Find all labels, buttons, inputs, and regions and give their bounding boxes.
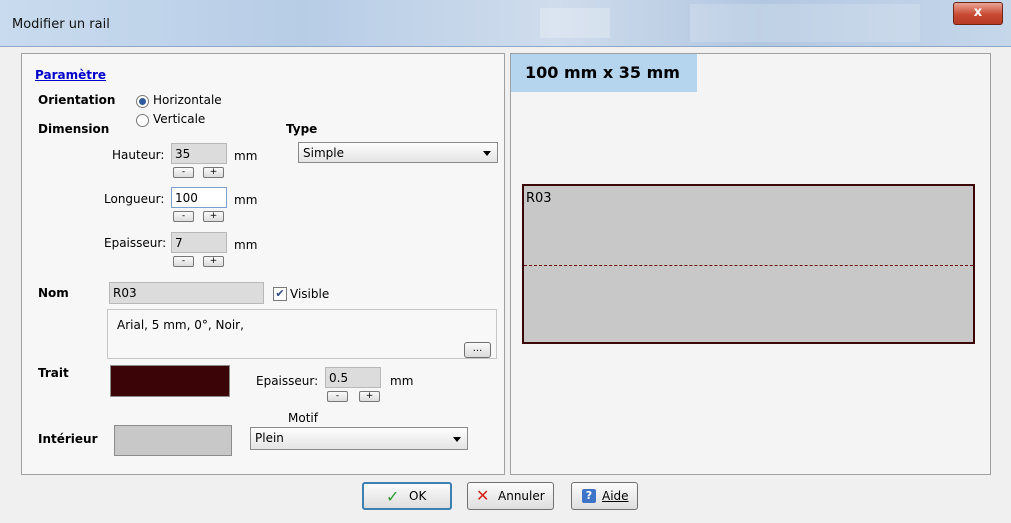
epaisseur-input[interactable]: 7 — [171, 232, 227, 253]
font-settings-box — [107, 309, 497, 359]
close-button[interactable]: x — [953, 2, 1003, 25]
parameters-panel — [21, 53, 505, 475]
epaisseur-label: Epaisseur: — [104, 236, 167, 250]
trait-epaisseur-unit: mm — [390, 374, 414, 388]
background-blur — [690, 4, 920, 42]
radio-verticale-label: Verticale — [153, 112, 206, 126]
trait-color-swatch[interactable] — [110, 365, 230, 397]
type-select-value: Simple — [303, 146, 344, 160]
longueur-unit: mm — [234, 193, 258, 207]
trait-label: Trait — [38, 366, 69, 380]
nom-label: Nom — [38, 286, 69, 300]
ok-label: OK — [409, 489, 427, 503]
interieur-label: Intérieur — [38, 432, 98, 446]
orientation-label: Orientation — [38, 93, 116, 107]
visible-checkbox[interactable]: ✔ — [273, 287, 287, 301]
longueur-increment-button[interactable]: + — [203, 211, 224, 222]
cancel-button[interactable]: ✕ Annuler — [467, 482, 554, 510]
ok-button[interactable]: ✓ OK — [362, 482, 452, 510]
type-label: Type — [286, 122, 318, 136]
window-title: Modifier un rail — [12, 17, 110, 32]
cross-icon: ✕ — [476, 486, 490, 505]
epaisseur-increment-button[interactable]: + — [203, 256, 224, 267]
help-label: Aide — [602, 489, 629, 503]
font-settings-button[interactable]: ... — [464, 342, 491, 358]
motif-label: Motif — [288, 411, 318, 425]
title-bar: Modifier un rail x — [0, 0, 1011, 47]
hauteur-decrement-button[interactable]: - — [173, 167, 194, 178]
close-icon: x — [973, 5, 983, 20]
checkmark-icon: ✓ — [386, 487, 400, 506]
hauteur-increment-button[interactable]: + — [203, 167, 224, 178]
check-icon: ✔ — [275, 287, 285, 300]
chevron-down-icon — [483, 151, 491, 156]
rail-preview: R03 — [522, 184, 975, 344]
trait-epaisseur-label: Epaisseur: — [256, 374, 319, 388]
radio-verticale[interactable] — [136, 114, 149, 127]
rail-name-label: R03 — [526, 191, 552, 206]
nom-input[interactable]: R03 — [109, 282, 264, 304]
trait-epaisseur-decrement-button[interactable]: - — [327, 391, 348, 402]
trait-epaisseur-increment-button[interactable]: + — [359, 391, 380, 402]
background-blur — [540, 8, 610, 38]
radio-horizontale[interactable] — [136, 95, 149, 108]
interieur-color-swatch[interactable] — [114, 425, 232, 456]
preview-size-label: 100 mm x 35 mm — [511, 54, 697, 92]
trait-epaisseur-input[interactable]: 0.5 — [325, 367, 381, 388]
cancel-label: Annuler — [498, 489, 545, 503]
longueur-decrement-button[interactable]: - — [173, 211, 194, 222]
type-select[interactable]: Simple — [298, 142, 498, 163]
parametre-link[interactable]: Paramètre — [35, 68, 106, 82]
hauteur-label: Hauteur: — [112, 148, 165, 162]
hauteur-input[interactable]: 35 — [171, 143, 227, 164]
longueur-input[interactable]: 100 — [171, 187, 227, 208]
dimension-label: Dimension — [38, 122, 110, 136]
help-button[interactable]: ? Aide — [571, 482, 638, 510]
radio-horizontale-label: Horizontale — [153, 93, 222, 107]
motif-select[interactable]: Plein — [250, 427, 468, 450]
chevron-down-icon — [453, 437, 461, 442]
help-icon: ? — [582, 489, 596, 503]
longueur-label: Longueur: — [104, 192, 165, 206]
font-description: Arial, 5 mm, 0°, Noir, — [117, 318, 244, 332]
hauteur-unit: mm — [234, 149, 258, 163]
epaisseur-decrement-button[interactable]: - — [173, 256, 194, 267]
visible-label: Visible — [290, 287, 330, 301]
epaisseur-unit: mm — [234, 238, 258, 252]
rail-axis-line — [524, 265, 973, 266]
motif-select-value: Plein — [255, 431, 284, 445]
